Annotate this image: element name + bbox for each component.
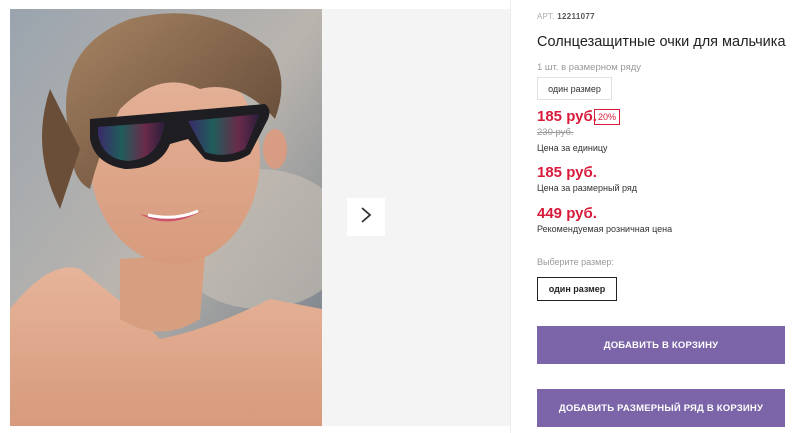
gallery-next-button[interactable] — [347, 198, 385, 236]
pack-size-chip: один размер — [537, 77, 612, 100]
article-label: АРТ. — [537, 12, 555, 21]
product-photo — [10, 9, 322, 426]
add-range-to-cart-button[interactable]: ДОБАВИТЬ РАЗМЕРНЫЙ РЯД В КОРЗИНУ — [537, 389, 785, 427]
unit-price: 185 руб. — [537, 108, 597, 125]
range-price: 185 руб. — [537, 164, 597, 181]
old-price: 230 руб. — [537, 127, 574, 138]
chevron-right-icon — [360, 206, 372, 229]
product-gallery — [10, 9, 510, 426]
pack-note: 1 шт. в размерном ряду — [537, 62, 642, 73]
size-select-label: Выберите размер: — [537, 257, 614, 267]
unit-price-label: Цена за единицу — [537, 143, 608, 153]
range-price-label: Цена за размерный ряд — [537, 183, 638, 193]
article-value: 12211077 — [557, 12, 595, 21]
article-number: АРТ. 12211077 — [537, 12, 595, 21]
size-option-button[interactable]: один размер — [537, 277, 617, 301]
retail-price-label: Рекомендуемая розничная цена — [537, 224, 673, 234]
product-title: Солнцезащитные очки для мальчика — [537, 34, 786, 50]
add-to-cart-button[interactable]: ДОБАВИТЬ В КОРЗИНУ — [537, 326, 785, 364]
panel-divider — [510, 0, 511, 433]
discount-badge: 20% — [594, 109, 621, 125]
retail-price: 449 руб. — [537, 205, 597, 222]
